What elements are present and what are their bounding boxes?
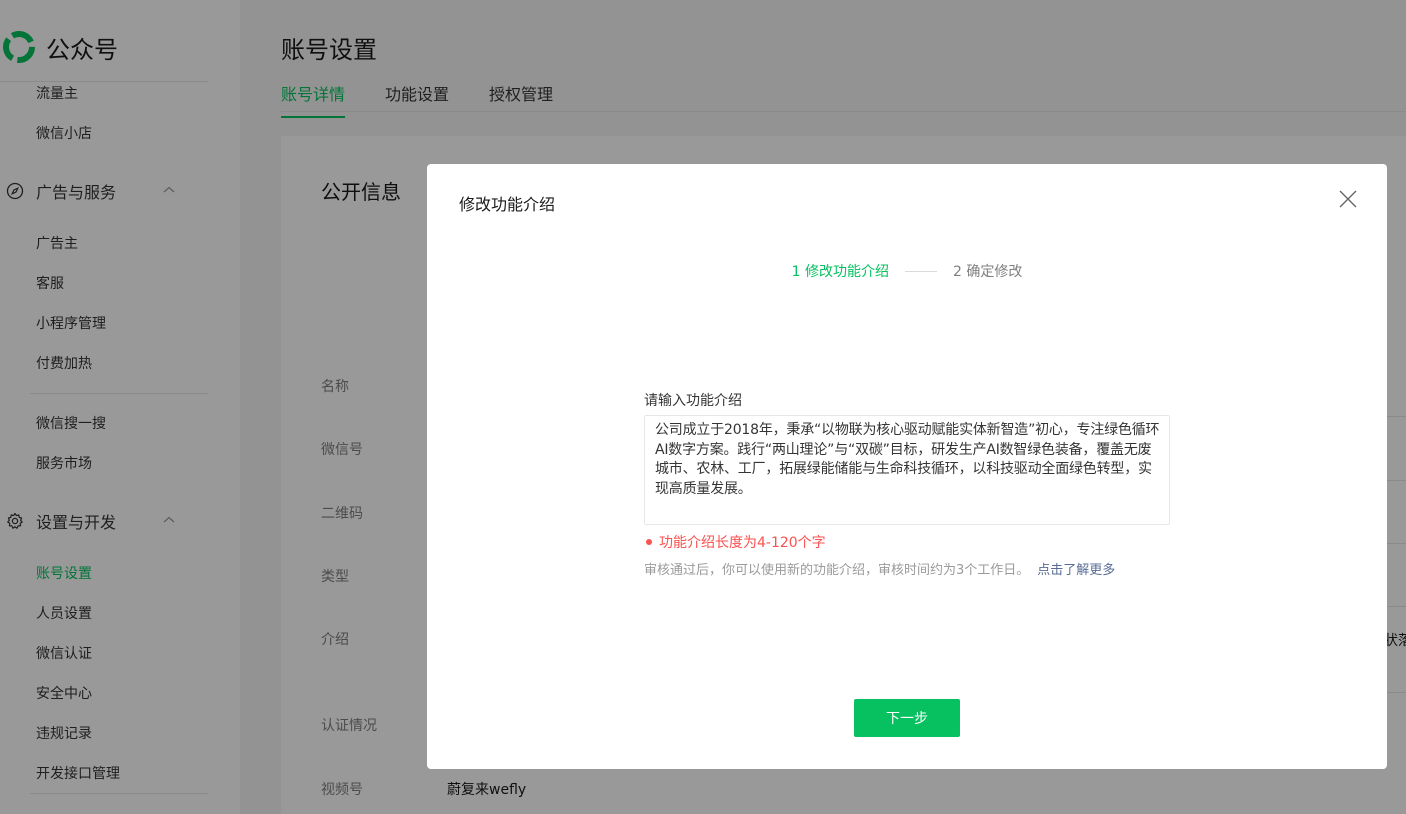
error-dot-icon xyxy=(646,539,652,545)
review-tip-text: 审核通过后，你可以使用新的功能介绍，审核时间约为3个工作日。 xyxy=(644,563,1030,578)
step-1: 1 修改功能介绍 xyxy=(791,264,889,280)
step-2: 2 确定修改 xyxy=(953,264,1023,280)
next-step-button[interactable]: 下一步 xyxy=(854,699,960,737)
learn-more-link[interactable]: 点击了解更多 xyxy=(1037,563,1115,578)
intro-field-label: 请输入功能介绍 xyxy=(644,393,742,409)
length-error: 功能介绍长度为4-120个字 xyxy=(644,532,826,552)
page: 公众号 流量主 微信小店 广告与服务 广告主 客服 小程序管理 付费加热 微信搜… xyxy=(0,0,1406,814)
review-tip: 审核通过后，你可以使用新的功能介绍，审核时间约为3个工作日。 点击了解更多 xyxy=(644,559,1115,578)
close-icon[interactable] xyxy=(1339,190,1357,208)
intro-textarea[interactable]: 公司成立于2018年，秉承“以物联为核心驱动赋能实体新智造”初心，专注绿色循环A… xyxy=(644,415,1170,525)
dialog-title: 修改功能介绍 xyxy=(459,195,556,214)
edit-intro-dialog: 修改功能介绍 1 修改功能介绍 2 确定修改 请输入功能介绍 公司成立于2018… xyxy=(427,164,1387,769)
length-error-text: 功能介绍长度为4-120个字 xyxy=(659,535,826,551)
step-indicator: 1 修改功能介绍 2 确定修改 xyxy=(427,261,1387,281)
step-connector xyxy=(905,270,937,272)
